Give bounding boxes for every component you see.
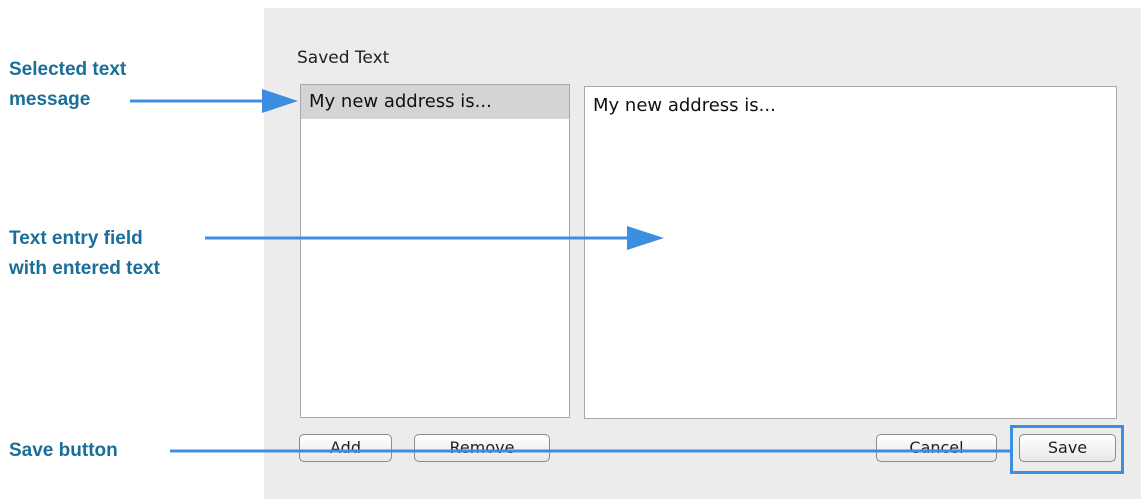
cancel-button[interactable]: Cancel	[876, 434, 997, 462]
list-item-selected[interactable]: My new address is...	[301, 85, 569, 119]
section-title: Saved Text	[297, 48, 390, 68]
callout-selected-message-line2: message	[9, 89, 91, 110]
callout-text-entry: Text entry field with entered text	[9, 224, 160, 284]
text-entry-field[interactable]: My new address is...	[584, 86, 1117, 419]
callout-text-entry-line2: with entered text	[9, 258, 160, 279]
remove-button[interactable]: Remove	[414, 434, 550, 462]
callout-selected-message-line1: Selected text	[9, 59, 127, 80]
callout-selected-message: Selected text message	[9, 55, 126, 115]
callout-save-button: Save button	[9, 440, 118, 461]
saved-text-list[interactable]: My new address is...	[300, 84, 570, 418]
callout-text-entry-line1: Text entry field	[9, 228, 143, 249]
add-button[interactable]: Add	[299, 434, 392, 462]
save-button-highlight	[1010, 425, 1124, 474]
